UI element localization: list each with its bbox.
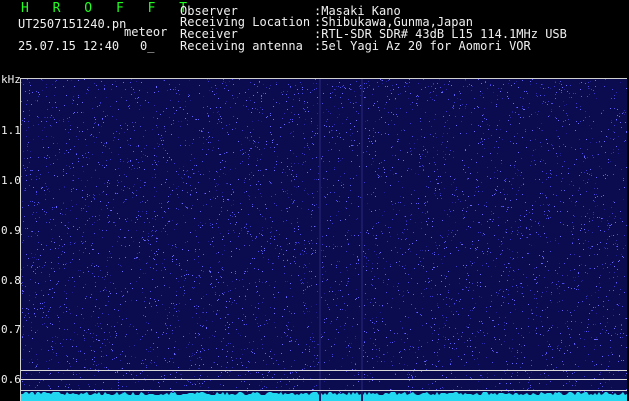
antenna-value: :5el Yagi Az 20 for Aomori VOR (314, 39, 531, 53)
y-tick: 1.0 (1, 174, 21, 187)
noise-dots (21, 79, 627, 393)
y-tick: 0.9 (1, 224, 21, 237)
meteor-count: 0_ (140, 39, 155, 53)
noise-texture (21, 79, 627, 401)
antenna-label: Receiving antenna (180, 39, 303, 53)
noise-dots (21, 79, 627, 393)
column-divider (319, 79, 321, 401)
y-tick: 0.8 (1, 274, 21, 287)
datetime: 25.07.15 12:40 (18, 39, 120, 53)
file-name: UT2507151240.pn (18, 17, 127, 31)
y-tick: 1.1 (1, 124, 21, 137)
noise-dots (21, 79, 626, 393)
reference-line (21, 379, 627, 380)
app-title: H R O F F T (21, 1, 196, 16)
noise-dots (21, 79, 627, 393)
unit-label: kHz (1, 73, 21, 86)
y-tick: 0.6 (1, 373, 21, 386)
reference-line (21, 390, 627, 391)
y-tick: 0.7 (1, 323, 21, 336)
reference-line (21, 370, 627, 371)
spectrogram-plot (20, 78, 627, 401)
column-divider (361, 79, 363, 401)
meteor-label: meteor (124, 25, 168, 39)
